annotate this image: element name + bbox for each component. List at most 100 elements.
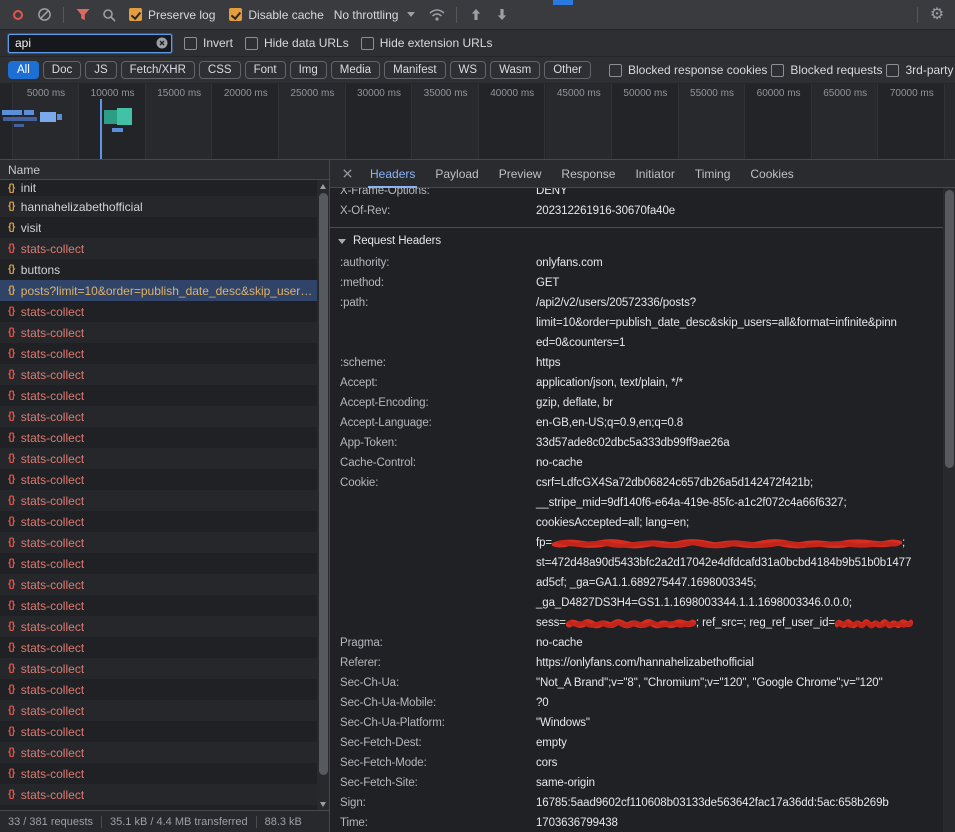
invert-checkbox[interactable] [184,37,197,50]
details-scrollbar[interactable] [943,188,955,832]
filter-toggle-button[interactable] [71,3,95,27]
blocked-requests-toggle[interactable]: Blocked requests [771,63,882,77]
header-row: Sign:16785:5aad9602cf110608b03133de56364… [330,793,943,813]
request-row[interactable]: {}stats-collect [0,784,317,805]
header-value: 33d57ade8c02dbc5a333db99ff9ae26a [536,433,943,453]
overview-tick-label: 60000 ms [757,88,801,99]
request-row[interactable]: {}stats-collect [0,679,317,700]
disable-cache-checkbox[interactable] [229,8,242,21]
request-row[interactable]: {}init [0,180,317,196]
toolbar-divider [456,7,457,23]
type-filter-media[interactable]: Media [331,61,380,79]
record-button[interactable] [6,3,30,27]
type-filter-wasm[interactable]: Wasm [490,61,540,79]
blocked-response-cookies-toggle[interactable]: Blocked response cookies [609,63,767,77]
request-row[interactable]: {}visit [0,217,317,238]
type-filter-font[interactable]: Font [245,61,286,79]
request-row[interactable]: {}stats-collect [0,511,317,532]
tab-headers[interactable]: Headers [360,160,425,188]
settings-button[interactable]: ⚙ [925,3,949,27]
scrollbar-thumb[interactable] [319,193,328,775]
type-filter-all[interactable]: All [8,61,39,79]
hide-extension-urls-toggle[interactable]: Hide extension URLs [361,36,493,50]
request-row[interactable]: {}stats-collect [0,490,317,511]
request-list-scrollbar[interactable] [317,180,329,810]
tab-cookies[interactable]: Cookies [740,160,803,188]
request-row[interactable]: {}buttons [0,259,317,280]
request-row[interactable]: {}stats-collect [0,427,317,448]
scroll-up-icon [320,184,326,189]
network-conditions-button[interactable] [425,3,449,27]
type-filter-ws[interactable]: WS [450,61,487,79]
request-row[interactable]: {}stats-collect [0,553,317,574]
hide-data-urls-toggle[interactable]: Hide data URLs [245,36,349,50]
hide-extension-urls-checkbox[interactable] [361,37,374,50]
request-row[interactable]: {}posts?limit=10&order=publish_date_desc… [0,280,317,301]
header-row: Sec-Fetch-Dest:empty [330,733,943,753]
type-filter-pills: AllDocJS Fetch/XHRCSSFontImgMediaManifest… [8,61,591,79]
details-scrollbar-thumb[interactable] [945,190,954,468]
search-button[interactable] [97,3,121,27]
scroll-up-button[interactable] [317,180,329,192]
network-filter-input[interactable] [8,34,172,53]
tab-preview[interactable]: Preview [489,160,552,188]
request-row[interactable]: {}stats-collect [0,322,317,343]
blocked-requests-checkbox[interactable] [771,64,784,77]
header-value: same-origin [536,773,943,793]
request-row[interactable]: {}stats-collect [0,406,317,427]
tab-timing[interactable]: Timing [685,160,741,188]
request-row[interactable]: {}stats-collect [0,343,317,364]
request-row[interactable]: {}stats-collect [0,448,317,469]
tab-payload[interactable]: Payload [425,160,488,188]
request-row[interactable]: {}stats-collect [0,658,317,679]
request-row[interactable]: {}stats-collect [0,574,317,595]
header-value-line: GET [536,273,943,293]
type-filter-js[interactable]: JS [85,61,116,79]
request-row[interactable]: {}stats-collect [0,721,317,742]
request-row[interactable]: {}stats-collect [0,469,317,490]
header-row: X-Frame-Options:DENY [330,188,943,201]
preserve-log-toggle[interactable]: Preserve log [129,8,215,22]
type-filter-manifest[interactable]: Manifest [384,61,445,79]
type-filter-img[interactable]: Img [290,61,327,79]
hide-data-urls-checkbox[interactable] [245,37,258,50]
third-party-requests-checkbox[interactable] [886,64,899,77]
invert-label: Invert [203,36,233,50]
scroll-down-button[interactable] [317,798,329,810]
header-value-line: sess=; ref_src=; reg_ref_user_id= [536,613,943,633]
type-filter-css[interactable]: CSS [199,61,241,79]
request-row[interactable]: {}stats-collect [0,700,317,721]
request-headers-section-toggle[interactable]: Request Headers [330,227,943,253]
request-row[interactable]: {}stats-collect [0,532,317,553]
request-row[interactable]: {}hannahelizabethofficial [0,196,317,217]
request-row[interactable]: {}stats-collect [0,364,317,385]
type-filter-doc[interactable]: Doc [43,61,81,79]
tab-response[interactable]: Response [551,160,625,188]
tab-initiator[interactable]: Initiator [625,160,684,188]
close-details-button[interactable] [334,168,360,179]
request-row[interactable]: {}stats-collect [0,637,317,658]
name-column-header[interactable]: Name [0,160,329,180]
request-row[interactable]: {}stats-collect [0,385,317,406]
request-row[interactable]: {}stats-collect [0,742,317,763]
clear-button[interactable] [32,3,56,27]
type-filter-fetchxhr[interactable]: Fetch/XHR [121,61,195,79]
header-value: application/json, text/plain, */* [536,373,943,393]
blocked-response-cookies-checkbox[interactable] [609,64,622,77]
disable-cache-toggle[interactable]: Disable cache [229,8,323,22]
request-row[interactable]: {}stats-collect [0,238,317,259]
request-row[interactable]: {}stats-collect [0,301,317,322]
overview-tick-label: 5000 ms [27,88,65,99]
invert-toggle[interactable]: Invert [184,36,233,50]
clear-filter-icon[interactable] [156,37,168,49]
overview-timeline-strip[interactable]: 5000 ms10000 ms15000 ms20000 ms25000 ms3… [0,84,955,160]
import-har-button[interactable] [464,3,488,27]
type-filter-other[interactable]: Other [544,61,591,79]
throttling-dropdown[interactable]: No throttling [326,8,424,22]
preserve-log-checkbox[interactable] [129,8,142,21]
request-row[interactable]: {}stats-collect [0,763,317,784]
request-row[interactable]: {}stats-collect [0,595,317,616]
third-party-requests-toggle[interactable]: 3rd-party requests [886,63,955,77]
export-har-button[interactable] [490,3,514,27]
request-row[interactable]: {}stats-collect [0,616,317,637]
